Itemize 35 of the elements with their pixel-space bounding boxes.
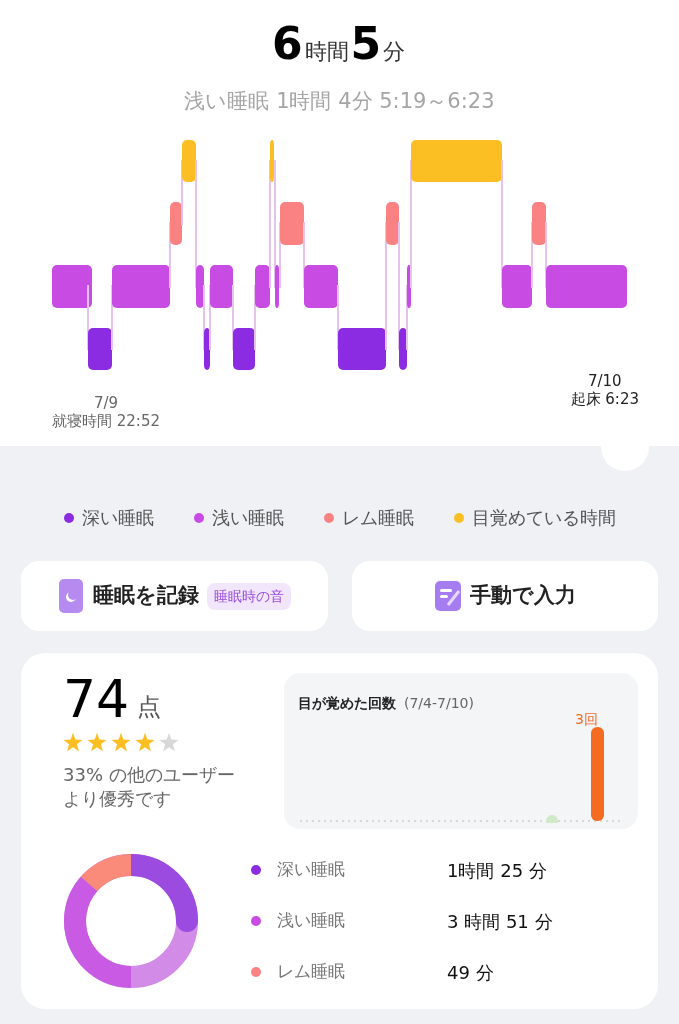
wake-label: 起床 6:23 [570, 389, 639, 408]
record-sleep-button[interactable]: 睡眠を記録 睡眠時の音 [21, 561, 328, 631]
score-unit: 点 [137, 692, 162, 723]
hours-value: 6 [271, 18, 303, 69]
selection-summary: 浅い睡眠 1時間 4分 5:19～6:23 [183, 88, 496, 115]
bar-value-label: 3回 [575, 710, 598, 729]
panel-title: 目が覚めた回数 [298, 694, 396, 713]
sound-tag: 睡眠時の音 [207, 582, 292, 610]
minutes-value: 5 [350, 18, 382, 69]
stage-duration: 49 分 [447, 960, 494, 985]
comparison-text: 33% の他のユーザーより優秀です [63, 763, 236, 812]
star-icon [159, 733, 179, 752]
phone-moon-icon [57, 577, 86, 615]
hours-unit: 時間 [304, 39, 349, 64]
star-icon [87, 733, 107, 752]
legend-label: 深い睡眠 [81, 506, 154, 530]
stage-label: 浅い睡眠 [277, 909, 346, 933]
minutes-unit: 分 [383, 39, 406, 64]
score-value: 74 [63, 673, 130, 725]
manual-entry-button[interactable]: 手動で入力 [351, 561, 658, 631]
legend-label: 浅い睡眠 [211, 506, 284, 530]
bedtime-label: 就寝時間 22:52 [52, 411, 160, 430]
stage-label: 深い睡眠 [277, 858, 346, 882]
legend-label: レム睡眠 [341, 506, 414, 530]
star-icon [135, 733, 155, 752]
note-pencil-icon [433, 579, 462, 613]
stage-duration: 1時間 25 分 [447, 858, 547, 883]
legend-label: 目覚めている時間 [471, 506, 616, 530]
date-range: (7/4-7/10) [404, 694, 474, 713]
bedtime-date: 7/9 [92, 393, 120, 412]
stage-label: レム睡眠 [277, 960, 346, 984]
wake-date: 7/10 [586, 371, 623, 390]
star-icon [111, 733, 131, 752]
stage-duration: 3 時間 51 分 [447, 909, 553, 934]
star-icon [63, 733, 83, 752]
